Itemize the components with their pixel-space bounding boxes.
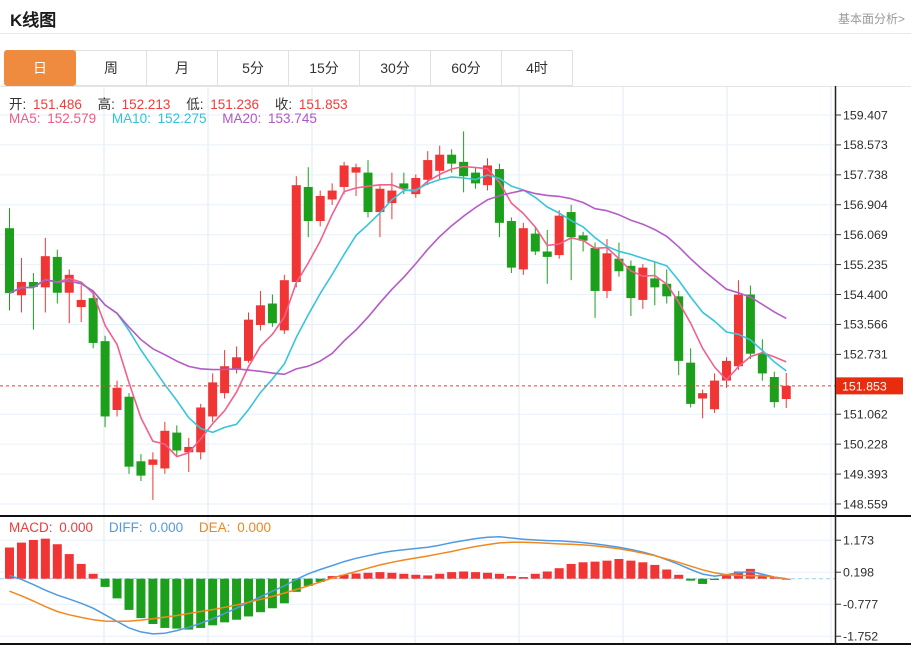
svg-text:156.904: 156.904 [843,198,888,212]
macd-axis: 1.173 0.198 -0.777 -1.752 [835,533,878,644]
period-tab-2[interactable]: 周 [75,50,147,86]
svg-text:-1.752: -1.752 [843,630,878,644]
close-value: 151.853 [298,97,348,112]
low-value: 151.236 [210,97,260,112]
svg-text:-0.777: -0.777 [843,598,878,612]
period-tab-8[interactable]: 4时 [501,50,573,86]
svg-text:151.853: 151.853 [842,379,887,393]
dea-value: 0.000 [237,520,271,535]
low-label: 低: [186,97,204,112]
svg-text:159.407: 159.407 [843,108,888,122]
ma10-line [9,174,787,434]
svg-text:155.235: 155.235 [843,258,888,272]
period-tab-6[interactable]: 30分 [359,50,431,86]
grid-layer [0,86,911,643]
ma-legend: MA5: 152.579 MA10: 152.275 MA20: 153.745 [9,111,320,126]
ma5-value: 152.579 [47,111,97,126]
ohlc-legend: 开: 151.486 高: 152.213 低: 151.236 收: 151.… [9,93,351,113]
high-value: 152.213 [121,97,171,112]
close-label: 收: [274,97,293,112]
dea-label: DEA: [198,520,231,535]
period-tab-1[interactable]: 日 [4,50,76,86]
fundamental-analysis-link[interactable]: 基本面分析> [838,10,905,27]
macd-label: MACD: [9,520,53,535]
svg-text:0.198: 0.198 [843,565,874,579]
price-axis: 159.407 158.573 157.738 156.904 156.069 155.2… [835,108,888,511]
svg-text:151.062: 151.062 [843,408,888,422]
svg-text:156.069: 156.069 [843,228,888,242]
svg-text:149.393: 149.393 [843,467,888,481]
ma20-label: MA20: [222,111,262,126]
open-label: 开: [9,97,27,112]
svg-text:154.400: 154.400 [843,288,888,302]
svg-text:150.228: 150.228 [843,437,888,451]
macd-histogram [5,538,791,630]
period-tabbar: 日周月 5分 15分 30分 60分 4时 [4,50,573,86]
ma10-label: MA10: [111,111,151,126]
ma20-line [9,189,787,376]
macd-value: 0.000 [59,520,94,535]
period-tab-3[interactable]: 月 [146,50,218,86]
header-divider [0,33,911,34]
chart-area: 159.407 158.573 157.738 156.904 156.069 155.2… [0,86,911,646]
svg-text:158.573: 158.573 [843,138,888,152]
open-value: 151.486 [33,97,82,112]
macd-legend: MACD: 0.000 DIFF: 0.000 DEA: 0.000 [9,520,274,535]
svg-text:148.559: 148.559 [843,497,888,511]
diff-label: DIFF: [108,520,143,535]
page-title: K线图 [10,11,57,30]
period-tab-7[interactable]: 60分 [430,50,502,86]
kline-chart-canvas[interactable]: 159.407 158.573 157.738 156.904 156.069 155.2… [0,86,911,646]
ma5-label: MA5: [9,111,41,126]
ma10-value: 152.275 [157,111,207,126]
period-tab-4[interactable]: 5分 [217,50,289,86]
svg-text:152.731: 152.731 [843,348,888,362]
period-tab-5[interactable]: 15分 [288,50,360,86]
kline-widget: K线图 基本面分析> 日周月 5分 15分 30分 60分 4时 159.407 158.5… [0,0,911,646]
diff-value: 0.000 [149,520,184,535]
svg-text:157.738: 157.738 [843,168,888,182]
axis-layer [0,86,911,645]
current-price-tag: 151.853 [836,377,903,395]
high-label: 高: [97,97,115,112]
svg-text:153.566: 153.566 [843,318,888,332]
ma20-value: 153.745 [268,111,317,126]
svg-text:1.173: 1.173 [843,533,874,547]
